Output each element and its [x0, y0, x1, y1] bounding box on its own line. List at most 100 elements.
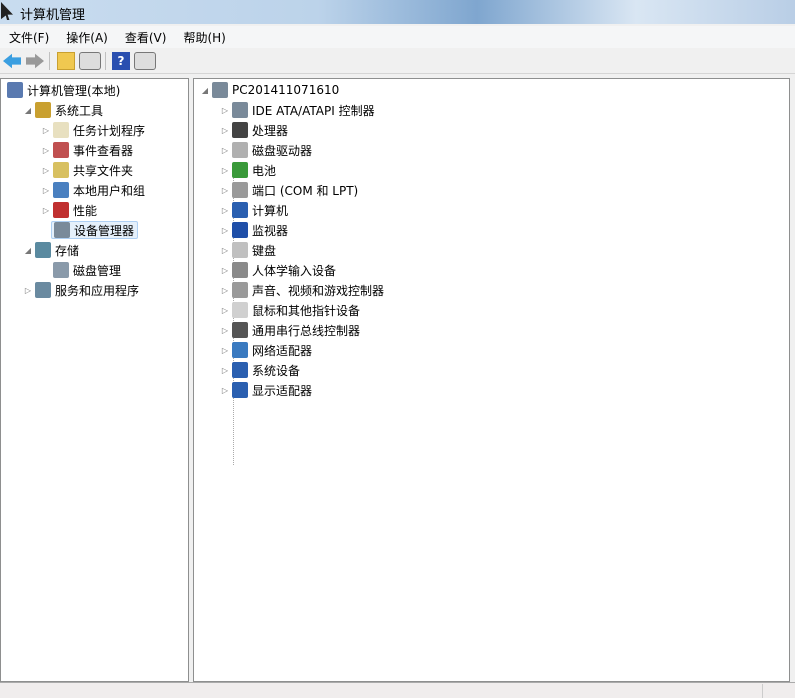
- collapsed-arrow-icon[interactable]: ▷: [220, 206, 230, 215]
- network-adapter-icon: [232, 342, 248, 358]
- performance-icon: [53, 202, 69, 218]
- collapsed-arrow-icon[interactable]: ▷: [220, 266, 230, 275]
- tree-item[interactable]: ◢ 系统工具: [23, 100, 103, 120]
- collapsed-arrow-icon[interactable]: ▷: [41, 146, 51, 155]
- device-category-label: 人体学输入设备: [252, 263, 337, 278]
- collapsed-arrow-icon[interactable]: ▷: [220, 306, 230, 315]
- device-category-label: 声音、视频和游戏控制器: [252, 283, 385, 298]
- collapsed-arrow-icon[interactable]: ▷: [220, 386, 230, 395]
- help-icon[interactable]: ?: [112, 52, 130, 70]
- menu-view[interactable]: 查看(V): [116, 26, 175, 48]
- collapsed-arrow-icon[interactable]: ▷: [220, 286, 230, 295]
- collapsed-arrow-icon[interactable]: ▷: [220, 146, 230, 155]
- device-category[interactable]: ▷ IDE ATA/ATAPI 控制器: [220, 100, 375, 120]
- collapsed-arrow-icon[interactable]: ▷: [220, 226, 230, 235]
- device-category[interactable]: ▷ 鼠标和其他指针设备: [220, 300, 360, 320]
- tree-item-label: 共享文件夹: [73, 163, 134, 178]
- disk-management-icon: [53, 262, 69, 278]
- device-category-label: 计算机: [252, 203, 289, 218]
- device-category-label: 显示适配器: [252, 383, 313, 398]
- tree-item[interactable]: ▷ 服务和应用程序: [23, 280, 139, 300]
- monitor-icon: [232, 222, 248, 238]
- shared-folder-icon: [53, 162, 69, 178]
- event-viewer-icon: [53, 142, 69, 158]
- device-tree-root[interactable]: ◢ PC201411071610: [200, 80, 339, 100]
- device-category[interactable]: ▷ 人体学输入设备: [220, 260, 336, 280]
- device-category[interactable]: ▷ 端口 (COM 和 LPT): [220, 180, 358, 200]
- tree-item[interactable]: 设备管理器: [41, 220, 139, 240]
- show-hide-console-tree-icon[interactable]: [79, 52, 101, 70]
- expanded-arrow-icon[interactable]: ◢: [200, 86, 210, 95]
- collapsed-arrow-icon[interactable]: ▷: [41, 206, 51, 215]
- port-icon: [232, 182, 248, 198]
- device-category[interactable]: ▷ 计算机: [220, 200, 288, 220]
- device-category-label: 监视器: [252, 223, 289, 238]
- collapsed-arrow-icon[interactable]: ▷: [220, 366, 230, 375]
- device-category[interactable]: ▷ 电池: [220, 160, 276, 180]
- mouse-icon: [232, 302, 248, 318]
- console-tree[interactable]: 计算机管理(本地) ◢ 系统工具 ▷ 任务计划程序 ▷ 事件查看器 ▷ 共享文件夹 ▷ 本地用户和组…: [0, 78, 189, 682]
- users-icon: [53, 182, 69, 198]
- tree-item-label: 磁盘管理: [73, 263, 122, 278]
- status-divider: [762, 684, 763, 698]
- device-category[interactable]: ▷ 网络适配器: [220, 340, 312, 360]
- computer-management-icon: [7, 82, 23, 98]
- tree-item[interactable]: ▷ 本地用户和组: [41, 180, 145, 200]
- collapsed-arrow-icon[interactable]: ▷: [220, 106, 230, 115]
- processor-icon: [232, 122, 248, 138]
- device-category[interactable]: ▷ 通用串行总线控制器: [220, 320, 360, 340]
- device-category[interactable]: ▷ 系统设备: [220, 360, 300, 380]
- device-category-label: 系统设备: [252, 363, 301, 378]
- forward-arrow-icon[interactable]: [26, 53, 44, 69]
- device-category-label: 通用串行总线控制器: [252, 323, 361, 338]
- tree-item-label: 服务和应用程序: [55, 283, 140, 298]
- tree-item[interactable]: ▷ 事件查看器: [41, 140, 133, 160]
- disk-drive-icon: [232, 142, 248, 158]
- show-hide-action-pane-icon[interactable]: [134, 52, 156, 70]
- device-category[interactable]: ▷ 声音、视频和游戏控制器: [220, 280, 384, 300]
- collapsed-arrow-icon[interactable]: ▷: [220, 186, 230, 195]
- tree-item[interactable]: ▷ 性能: [41, 200, 97, 220]
- collapsed-arrow-icon[interactable]: ▷: [41, 186, 51, 195]
- back-arrow-icon[interactable]: [3, 53, 21, 69]
- device-category[interactable]: ▷ 处理器: [220, 120, 288, 140]
- collapsed-arrow-icon[interactable]: ▷: [41, 166, 51, 175]
- device-category[interactable]: ▷ 键盘: [220, 240, 276, 260]
- tree-item-label: 事件查看器: [73, 143, 134, 158]
- menu-help[interactable]: 帮助(H): [174, 26, 233, 48]
- ide-controller-icon: [232, 102, 248, 118]
- tree-item[interactable]: ▷ 任务计划程序: [41, 120, 145, 140]
- collapsed-arrow-icon[interactable]: ▷: [220, 326, 230, 335]
- tree-item-label: 计算机管理(本地): [27, 83, 121, 98]
- device-category-label: 磁盘驱动器: [252, 143, 313, 158]
- collapsed-arrow-icon[interactable]: ▷: [220, 346, 230, 355]
- device-tree[interactable]: ◢ PC201411071610 ▷ IDE ATA/ATAPI 控制器 ▷ 处理器 ▷ 磁盘…: [193, 78, 790, 682]
- device-category[interactable]: ▷ 显示适配器: [220, 380, 312, 400]
- collapsed-arrow-icon[interactable]: ▷: [220, 166, 230, 175]
- status-bar: [0, 682, 795, 698]
- clock-icon: [53, 122, 69, 138]
- device-category[interactable]: ▷ 监视器: [220, 220, 288, 240]
- tree-item[interactable]: 计算机管理(本地): [5, 80, 120, 100]
- hid-icon: [232, 262, 248, 278]
- expanded-arrow-icon[interactable]: ◢: [23, 246, 33, 255]
- collapsed-arrow-icon[interactable]: ▷: [220, 246, 230, 255]
- collapsed-arrow-icon[interactable]: ▷: [23, 286, 33, 295]
- tree-item[interactable]: ▷ 共享文件夹: [41, 160, 133, 180]
- menu-bar: 文件(F) 操作(A) 查看(V) 帮助(H): [0, 26, 795, 48]
- collapsed-arrow-icon[interactable]: ▷: [41, 126, 51, 135]
- tree-item[interactable]: 磁盘管理: [41, 260, 121, 280]
- tree-item[interactable]: ◢ 存储: [23, 240, 79, 260]
- menu-file[interactable]: 文件(F): [0, 26, 57, 48]
- keyboard-icon: [232, 242, 248, 258]
- device-category[interactable]: ▷ 磁盘驱动器: [220, 140, 312, 160]
- tree-item-label: 任务计划程序: [73, 123, 146, 138]
- device-manager-icon: [54, 222, 70, 238]
- services-icon: [35, 282, 51, 298]
- menu-action[interactable]: 操作(A): [57, 26, 116, 48]
- collapsed-arrow-icon[interactable]: ▷: [220, 126, 230, 135]
- sound-icon: [232, 282, 248, 298]
- storage-icon: [35, 242, 51, 258]
- up-folder-icon[interactable]: [57, 52, 75, 70]
- expanded-arrow-icon[interactable]: ◢: [23, 106, 33, 115]
